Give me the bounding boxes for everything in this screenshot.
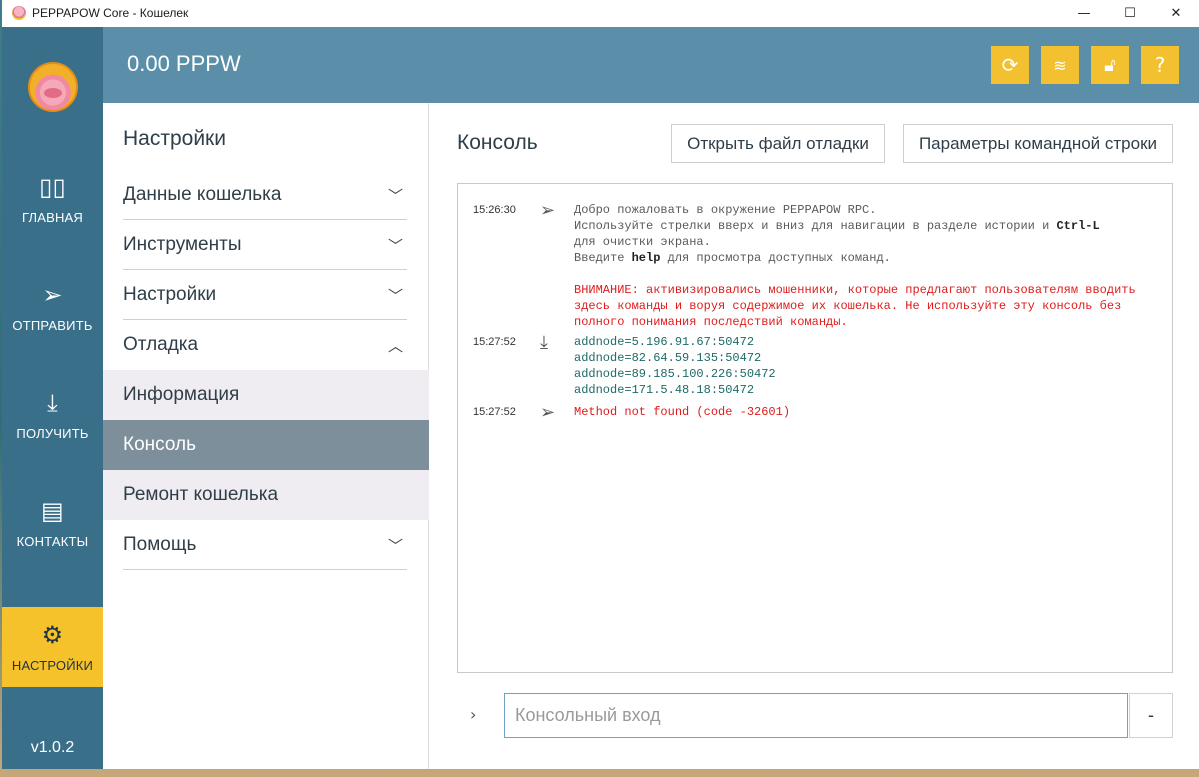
help-icon: ? (1154, 53, 1166, 77)
console-input[interactable] (504, 693, 1128, 738)
section-settings[interactable]: Настройки ﹀ (123, 270, 407, 320)
clear-console-button[interactable]: - (1129, 693, 1173, 738)
debug-item-info[interactable]: Информация (103, 370, 429, 420)
nav-send-label: ОТПРАВИТЬ (12, 317, 93, 333)
entry-time: 15:27:52 (473, 336, 516, 348)
chevron-up-icon: ︿ (387, 337, 403, 355)
minimize-button[interactable]: — (1061, 0, 1107, 26)
app-window: PEPPAPOW Core - Кошелек — ☐ ✕ ▯▯ ГЛАВНАЯ… (2, 0, 1199, 769)
open-debug-file-button[interactable]: Открыть файл отладки (671, 124, 885, 163)
section-label: Помощь (123, 533, 197, 555)
reply-line: addnode=171.5.48.18:50472 (574, 383, 755, 397)
send-icon: ➢ (540, 402, 556, 423)
debug-item-repair[interactable]: Ремонт кошелька (103, 470, 429, 520)
section-tools[interactable]: Инструменты ﹀ (123, 220, 407, 270)
chevron-right-icon: › (470, 705, 477, 724)
chevron-down-icon: ﹀ (387, 187, 403, 205)
welcome-line: Добро пожаловать в окружение PEPPAPOW RP… (574, 203, 877, 217)
section-help[interactable]: Помощь ﹀ (123, 520, 407, 570)
header-bar: 0.00 PPPW ⟳ ≋ 🔓︎ ? (103, 27, 1199, 103)
error-line: Method not found (code -32601) (574, 405, 791, 419)
receive-icon: ⤓ (47, 388, 58, 417)
app-logo-icon (12, 6, 26, 20)
chevron-down-icon: ﹀ (387, 237, 403, 255)
chevron-down-icon: ﹀ (387, 287, 403, 305)
welcome-line: Используйте стрелки вверх и вниз для нав… (574, 219, 1057, 233)
nav-receive[interactable]: ⤓ ПОЛУЧИТЬ (2, 375, 103, 455)
welcome-line: для просмотра доступных команд. (660, 251, 891, 265)
nav-settings[interactable]: ⚙ НАСТРОЙКИ (2, 607, 103, 687)
help-keyword: help (631, 251, 661, 265)
window-controls: — ☐ ✕ (1061, 0, 1199, 26)
sync-button[interactable]: ⟳ (991, 46, 1029, 84)
chevron-down-icon: ﹀ (387, 537, 403, 555)
section-label: Инструменты (123, 233, 242, 255)
lock-button[interactable]: 🔓︎ (1091, 46, 1129, 84)
maximize-button[interactable]: ☐ (1107, 0, 1153, 26)
debug-item-console[interactable]: Консоль (103, 420, 429, 470)
entry-message: Добро пожаловать в окружение PEPPAPOW RP… (574, 202, 1164, 330)
reply-line: addnode=89.185.100.226:50472 (574, 367, 776, 381)
balance-display: 0.00 PPPW (127, 51, 241, 76)
window-title: PEPPAPOW Core - Кошелек (32, 6, 189, 20)
section-label: Данные кошелька (123, 183, 282, 205)
console-output[interactable]: 15:26:30 ➢ Добро пожаловать в окружение … (457, 183, 1173, 673)
nav-receive-label: ПОЛУЧИТЬ (16, 425, 89, 441)
version-label: v1.0.2 (30, 739, 75, 756)
section-debug[interactable]: Отладка ︿ (123, 320, 407, 370)
security-warning: ВНИМАНИЕ: активизировались мошенники, ко… (574, 283, 1143, 329)
entry-time: 15:26:30 (473, 204, 516, 216)
nav-overview[interactable]: ▯▯ ГЛАВНАЯ (2, 159, 103, 239)
entry-message: addnode=5.196.91.67:50472 addnode=82.64.… (574, 334, 1164, 398)
reply-line: addnode=82.64.59.135:50472 (574, 351, 762, 365)
entry-time: 15:27:52 (473, 406, 516, 418)
reply-line: addnode=5.196.91.67:50472 (574, 335, 755, 349)
settings-title: Настройки (123, 127, 226, 150)
help-button[interactable]: ? (1141, 46, 1179, 84)
nav-contacts[interactable]: ▤ КОНТАКТЫ (2, 483, 103, 563)
section-label: Настройки (123, 283, 217, 305)
shortcut-key: Ctrl-L (1056, 219, 1100, 233)
nav-overview-label: ГЛАВНАЯ (21, 209, 84, 225)
nav-contacts-label: КОНТАКТЫ (16, 533, 89, 549)
welcome-line: для очистки экрана. (574, 235, 711, 249)
section-wallet-data[interactable]: Данные кошелька ﹀ (123, 170, 407, 220)
download-icon: ⤓ (540, 332, 548, 353)
entry-message: Method not found (code -32601) (574, 404, 1164, 420)
overview-icon: ▯▯ (39, 172, 66, 201)
contacts-icon: ▤ (41, 496, 64, 525)
peppapow-logo (28, 62, 78, 112)
section-label: Отладка (123, 334, 199, 355)
network-icon: ≋ (1053, 55, 1067, 75)
sidebar-nav: ▯▯ ГЛАВНАЯ ➢ ОТПРАВИТЬ ⤓ ПОЛУЧИТЬ ▤ КОНТ… (2, 27, 103, 769)
send-icon: ➢ (540, 200, 556, 221)
welcome-line: Введите (574, 251, 632, 265)
console-title: Консоль (457, 131, 538, 154)
sync-icon: ⟳ (1001, 53, 1019, 77)
send-icon: ➢ (42, 280, 63, 309)
settings-panel: Настройки Данные кошелька ﹀ Инструменты … (103, 103, 429, 769)
close-button[interactable]: ✕ (1153, 0, 1199, 26)
network-button[interactable]: ≋ (1041, 46, 1079, 84)
nav-send[interactable]: ➢ ОТПРАВИТЬ (2, 267, 103, 347)
lock-icon: 🔓︎ (1104, 54, 1116, 76)
settings-icon: ⚙ (41, 620, 64, 649)
nav-settings-label: НАСТРОЙКИ (11, 657, 94, 673)
title-bar: PEPPAPOW Core - Кошелек — ☐ ✕ (2, 0, 1199, 26)
cmdline-params-button[interactable]: Параметры командной строки (903, 124, 1173, 163)
